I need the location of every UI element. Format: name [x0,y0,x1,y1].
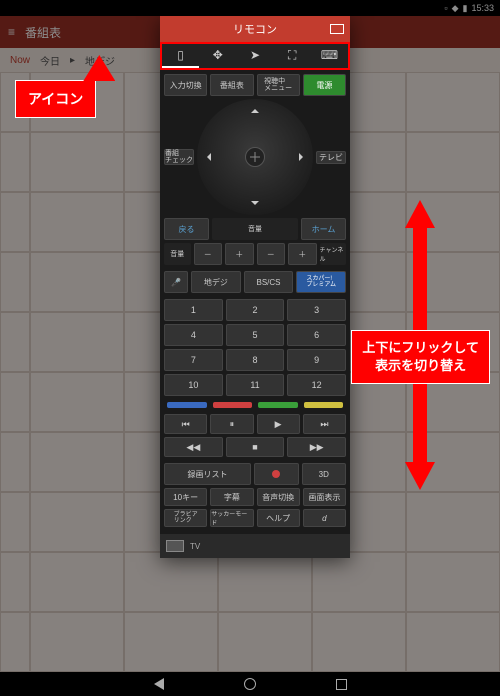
tenkey-button[interactable]: 10キー [164,488,207,506]
mode-tabs: ▯ ✥ ➤ ⛶ ⌨ [160,42,350,70]
help-button[interactable]: ヘルプ [257,509,300,527]
rec-icon [272,470,280,478]
dpad-down[interactable] [251,201,259,209]
num-3[interactable]: 3 [287,299,346,321]
remote-body[interactable]: 入力切換 番組表 視聴中 メニュー 電源 番組 チェック テレビ 戻る 音量 ホ… [160,70,350,534]
bscs-button[interactable]: BS/CS [244,271,294,293]
callout-icon-label: アイコン [15,80,96,118]
audio-button[interactable]: 音声切換 [257,488,300,506]
color-blue[interactable] [167,402,207,408]
home-button[interactable]: ホーム [301,218,346,240]
pause-button[interactable]: ⏸ [210,414,253,434]
d-button[interactable]: d [303,509,346,527]
dpad-up[interactable] [251,105,259,113]
dpad-left[interactable] [203,153,211,161]
ch-up[interactable]: ＋ [288,243,317,265]
forward-button[interactable]: ▶▶ [287,437,346,457]
remote-title: リモコン [233,21,277,37]
3d-button[interactable]: 3D [302,463,347,485]
move-icon: ✥ [213,48,223,62]
dpad-center[interactable] [245,147,265,167]
soccer-button[interactable]: サッカーモード [210,509,253,527]
play-button[interactable]: ▶ [257,414,300,434]
num-6[interactable]: 6 [287,324,346,346]
num-7[interactable]: 7 [164,349,223,371]
nav-home-icon[interactable] [244,678,256,690]
mode-tab-cursor[interactable]: ➤ [236,44,273,68]
bravia-button[interactable]: ブラビア リンク [164,509,207,527]
tv-select-icon[interactable] [330,24,344,34]
android-navbar [0,672,500,696]
remote-icon: ▯ [177,48,184,62]
power-button[interactable]: 電源 [303,74,346,96]
flick-line1: 上下にフリックして [362,339,479,357]
number-pad: 1 2 3 4 5 6 7 8 9 10 11 12 [164,299,346,396]
reclist-button[interactable]: 録画リスト [164,463,251,485]
mode-tab-fullscreen[interactable]: ⛶ [274,44,311,68]
mic-icon: 🎤 [171,278,181,287]
guide-button[interactable]: 番組表 [210,74,253,96]
num-12[interactable]: 12 [287,374,346,396]
next-button[interactable]: ⏭ [303,414,346,434]
num-10[interactable]: 10 [164,374,223,396]
tv-thumb-icon [166,540,184,552]
num-2[interactable]: 2 [226,299,285,321]
fullscreen-icon: ⛶ [288,48,296,63]
display-button[interactable]: 画面表示 [303,488,346,506]
tv-button[interactable]: テレビ [316,151,346,164]
input-button[interactable]: 入力切換 [164,74,207,96]
color-red[interactable] [213,402,253,408]
footer-label: TV [190,542,200,551]
flick-line2: 表示を切り替え [362,357,479,375]
num-5[interactable]: 5 [226,324,285,346]
num-11[interactable]: 11 [226,374,285,396]
num-8[interactable]: 8 [226,349,285,371]
mic-button[interactable]: 🎤 [164,271,188,293]
color-buttons [167,402,343,408]
prev-button[interactable]: ⏮ [164,414,207,434]
stop-button[interactable]: ■ [226,437,285,457]
skyper-button[interactable]: スカパー! プレミアム [296,271,346,293]
color-green[interactable] [258,402,298,408]
color-yellow[interactable] [304,402,344,408]
subtitle-button[interactable]: 字幕 [210,488,253,506]
remote-header: リモコン [160,16,350,42]
num-9[interactable]: 9 [287,349,346,371]
cursor-icon: ➤ [250,48,260,62]
mode-tab-move[interactable]: ✥ [199,44,236,68]
rec-button[interactable] [254,463,299,485]
num-4[interactable]: 4 [164,324,223,346]
nav-back-icon[interactable] [154,678,164,690]
arrow-down-icon [405,462,435,490]
mode-tab-remote[interactable]: ▯ [162,44,199,68]
ch-label: チャンネル [320,243,347,265]
dpad [197,99,313,215]
rewind-button[interactable]: ◀◀ [164,437,223,457]
arrow-up-icon [405,200,435,228]
keyboard-icon: ⌨ [321,48,338,62]
remote-popup: リモコン ▯ ✥ ➤ ⛶ ⌨ 入力切換 番組表 視聴中 メニュー 電源 番組 チ… [160,16,350,558]
mode-tab-keyboard[interactable]: ⌨ [311,44,348,68]
vol-up[interactable]: ＋ [225,243,254,265]
nav-recent-icon[interactable] [336,679,347,690]
remote-footer[interactable]: TV [160,534,350,558]
menu-button[interactable]: 視聴中 メニュー [257,74,300,96]
num-1[interactable]: 1 [164,299,223,321]
vol-label: 音量 [164,243,191,265]
check-button[interactable]: 番組 チェック [164,149,194,165]
ch-down[interactable]: － [257,243,286,265]
back-button[interactable]: 戻る [164,218,209,240]
vol-down[interactable]: － [194,243,223,265]
digi-button[interactable]: 地デジ [191,271,241,293]
dpad-right[interactable] [299,153,307,161]
callout-flick-label: 上下にフリックして 表示を切り替え [351,330,490,384]
